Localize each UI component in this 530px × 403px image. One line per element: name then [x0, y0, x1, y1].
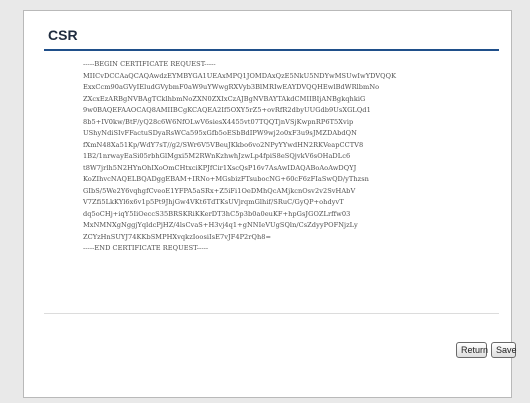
page-title: CSR: [48, 27, 78, 43]
title-divider: [44, 49, 499, 51]
return-button[interactable]: Return: [456, 342, 488, 358]
csr-panel: CSR -----BEGIN CERTIFICATE REQUEST----- …: [23, 10, 517, 398]
save-button[interactable]: Save: [491, 342, 517, 358]
bottom-divider: [44, 313, 499, 314]
csr-text-block: -----BEGIN CERTIFICATE REQUEST----- MIIC…: [83, 60, 397, 252]
